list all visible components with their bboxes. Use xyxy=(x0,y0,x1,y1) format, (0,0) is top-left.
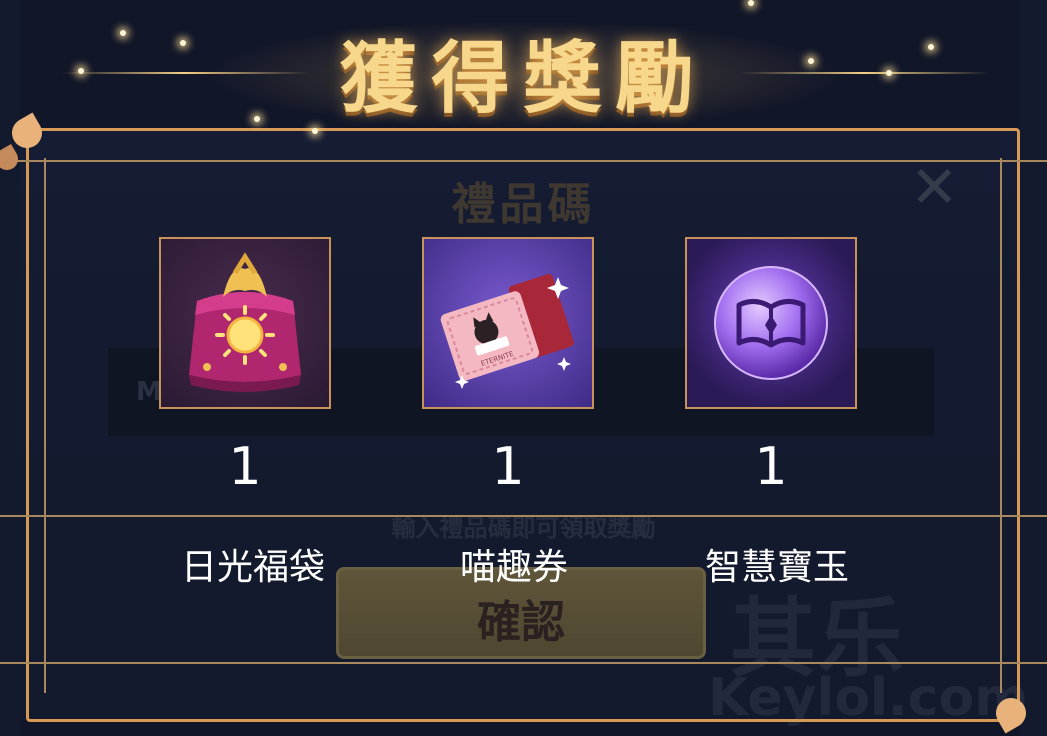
reward-item-card[interactable] xyxy=(685,237,857,409)
reward-item-name: 喵趣券 xyxy=(459,547,568,588)
sparkle-decoration xyxy=(120,30,126,36)
reward-item-name: 日光福袋 xyxy=(180,547,325,588)
reward-item-name: 智慧寶玉 xyxy=(704,547,849,588)
reward-item-quantity: 1 xyxy=(754,437,788,497)
sparkle-decoration xyxy=(312,128,318,134)
sparkle-decoration xyxy=(928,44,934,50)
reward-item-quantity: 1 xyxy=(491,437,525,497)
reward-item-card[interactable] xyxy=(159,237,331,409)
wisdom-orb-icon xyxy=(714,266,828,380)
reward-item-quantity: 1 xyxy=(228,437,262,497)
sun-lucky-bag-icon xyxy=(189,252,301,392)
reward-frame-top-line xyxy=(0,160,1047,162)
sparkle-decoration xyxy=(180,40,186,46)
reward-frame-left-line xyxy=(44,158,46,693)
reward-frame-bottom-line xyxy=(0,662,1047,664)
sparkle-decoration xyxy=(808,58,814,64)
reward-frame xyxy=(26,128,1020,722)
cat-ticket-icon: ETERNITE xyxy=(440,273,574,389)
sparkle-decoration xyxy=(78,68,84,74)
reward-item-card[interactable]: ETERNITE xyxy=(422,237,594,409)
sparkle-decoration xyxy=(886,70,892,76)
reward-frame-middle-line xyxy=(0,515,1047,517)
sparkle-decoration xyxy=(254,116,260,122)
reward-frame-right-line xyxy=(1000,158,1002,693)
sparkle-decoration xyxy=(748,0,754,6)
